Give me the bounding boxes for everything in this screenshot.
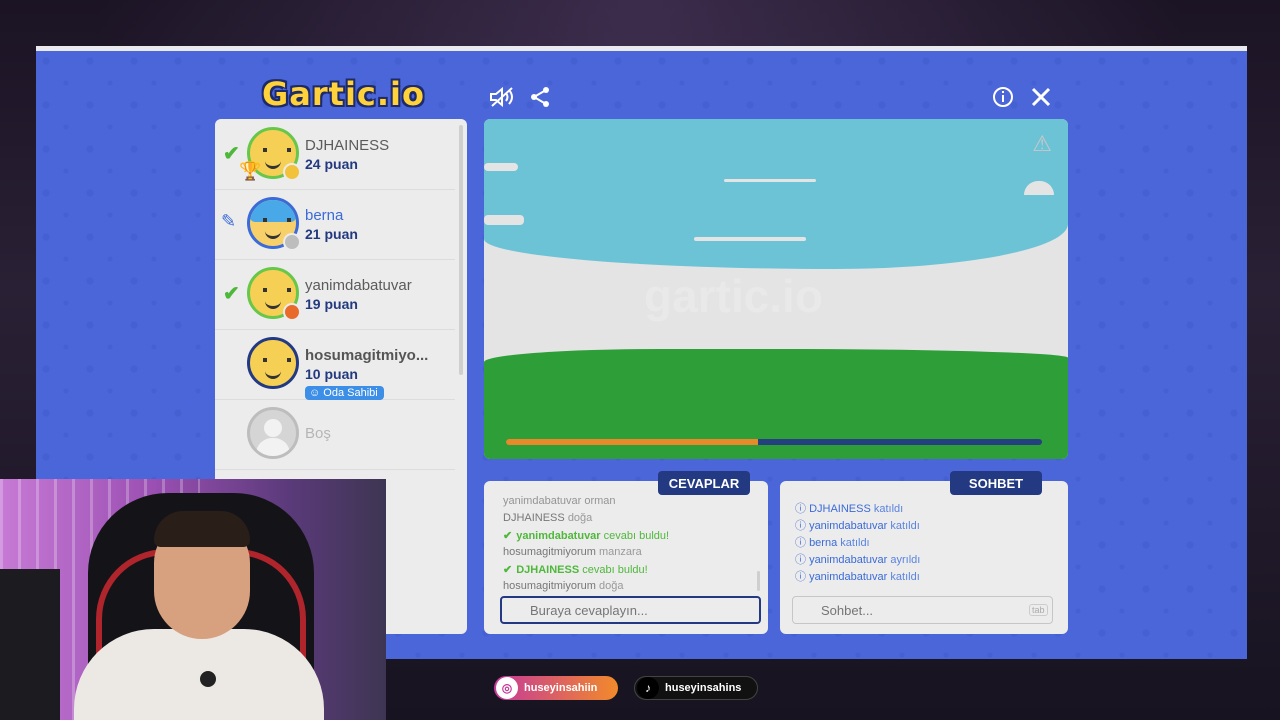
- info-icon[interactable]: [989, 83, 1017, 111]
- answer-message: yanimdabatuvar orman: [503, 495, 616, 507]
- drawing-canvas[interactable]: gartic.io ⚠: [484, 119, 1068, 459]
- answers-scrollbar[interactable]: [757, 571, 760, 591]
- check-icon: ✔: [223, 143, 240, 165]
- close-icon[interactable]: [1027, 83, 1055, 111]
- player-name: hosumagitmiyo...: [305, 347, 429, 364]
- share-icon[interactable]: [526, 83, 554, 111]
- info-icon: ⓘ: [795, 571, 806, 583]
- info-icon: ⓘ: [795, 537, 806, 549]
- empty-slot-label: Boş: [305, 425, 331, 442]
- answer-message: hosumagitmiyorum doğa: [503, 580, 624, 592]
- info-icon: ⓘ: [795, 520, 806, 532]
- check-icon: ✔: [503, 530, 513, 542]
- chat-message: ⓘ yanimdabatuvar ayrıldı: [795, 554, 921, 566]
- canvas-watermark: gartic.io: [644, 270, 823, 322]
- drawn-stroke: [484, 215, 524, 225]
- pencil-icon: ✎: [221, 211, 237, 231]
- instagram-icon: ◎: [496, 677, 518, 699]
- player-row[interactable]: ✔ 🏆 DJHAINESS 24 puan: [215, 119, 455, 190]
- check-icon: ✔: [223, 283, 240, 305]
- tab-chat[interactable]: SOHBET: [950, 471, 1042, 495]
- tab-answers[interactable]: CEVAPLAR: [658, 471, 750, 495]
- player-row[interactable]: ✎ berna 21 puan: [215, 189, 455, 260]
- tiktok-handle: ♪ huseyinsahins: [634, 676, 758, 700]
- drawn-stroke: [694, 237, 806, 241]
- player-row[interactable]: hosumagitmiyo... 10 puan ☺ Oda Sahibi: [215, 329, 455, 400]
- player-name: berna: [305, 207, 344, 224]
- instagram-handle: ◎ huseyinsahiin: [494, 676, 618, 700]
- check-icon: ✔: [503, 564, 513, 576]
- chat-message: ⓘ yanimdabatuvar katıldı: [795, 520, 920, 532]
- answer-input[interactable]: [500, 596, 761, 624]
- gartic-logo: Gartic.io: [262, 75, 425, 113]
- empty-avatar-icon: [247, 407, 299, 459]
- empty-slot[interactable]: Boş: [215, 399, 455, 470]
- answer-found-message: ✔ DJHAINESS cevabı buldu!: [503, 564, 648, 576]
- report-warning-icon[interactable]: ⚠: [1032, 131, 1052, 157]
- answer-found-message: ✔ yanimdabatuvar cevabı buldu!: [503, 530, 670, 542]
- drawn-sky: [484, 119, 1068, 269]
- chat-message: ⓘ yanimdabatuvar katıldı: [795, 571, 920, 583]
- players-scrollbar[interactable]: [459, 125, 463, 375]
- chat-input[interactable]: [792, 596, 1053, 624]
- chat-message: ⓘ DJHAINESS katıldı: [795, 503, 904, 515]
- status-dot: [283, 163, 301, 181]
- player-name: DJHAINESS: [305, 137, 390, 154]
- status-dot: [283, 303, 301, 321]
- tiktok-icon: ♪: [637, 677, 659, 699]
- player-name: yanimdabatuvar: [305, 277, 412, 294]
- trophy-icon: 🏆: [239, 161, 262, 181]
- drawn-stroke: [484, 163, 518, 171]
- tab-key-hint: tab: [1029, 604, 1048, 616]
- answer-message: DJHAINESS doğa: [503, 512, 593, 524]
- room-owner-badge: ☺ Oda Sahibi: [305, 386, 384, 400]
- answer-message: hosumagitmiyorum manzara: [503, 546, 642, 558]
- drawn-stroke: [724, 179, 816, 182]
- player-score: 10 puan: [305, 366, 358, 382]
- info-icon: ⓘ: [795, 503, 806, 515]
- webcam-overlay: [0, 479, 386, 720]
- speaker-mute-icon[interactable]: [488, 83, 516, 111]
- player-score: 21 puan: [305, 226, 358, 242]
- chat-message: ⓘ berna katıldı: [795, 537, 870, 549]
- player-row[interactable]: ✔ yanimdabatuvar 19 puan: [215, 259, 455, 330]
- round-timer-bar: [506, 439, 1042, 445]
- player-score: 24 puan: [305, 156, 358, 172]
- player-score: 19 puan: [305, 296, 358, 312]
- status-dot: [283, 233, 301, 251]
- avatar: [247, 337, 299, 389]
- info-icon: ⓘ: [795, 554, 806, 566]
- round-timer-fill: [506, 439, 758, 445]
- microphone-icon: [200, 671, 216, 687]
